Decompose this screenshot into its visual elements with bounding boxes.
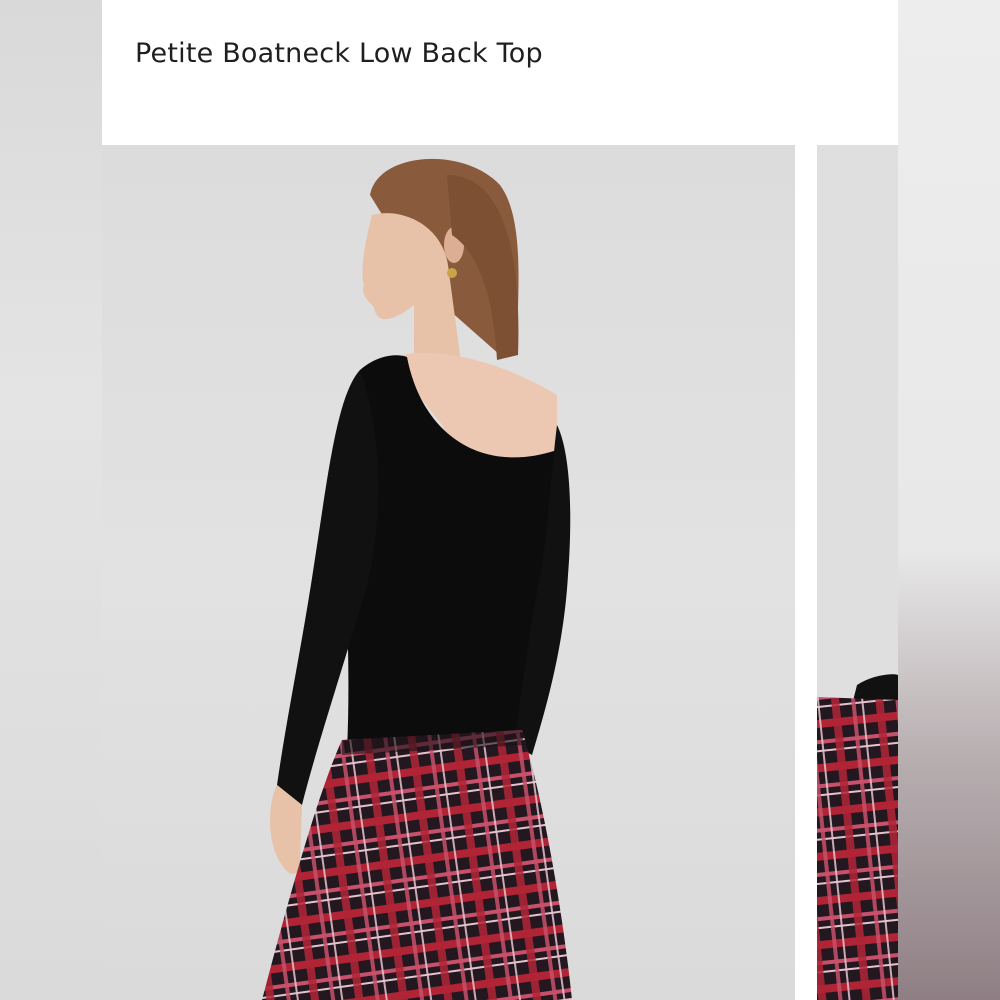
product-card: Petite Boatneck Low Back Top <box>102 0 898 1000</box>
right-backdrop <box>898 0 1000 1000</box>
product-title: Petite Boatneck Low Back Top <box>135 38 543 69</box>
product-image-next[interactable] <box>817 145 898 1000</box>
model-photo-icon <box>262 158 572 1000</box>
model-photo-icon <box>817 674 898 1000</box>
product-image-main[interactable] <box>102 145 795 1000</box>
left-backdrop <box>0 0 102 1000</box>
